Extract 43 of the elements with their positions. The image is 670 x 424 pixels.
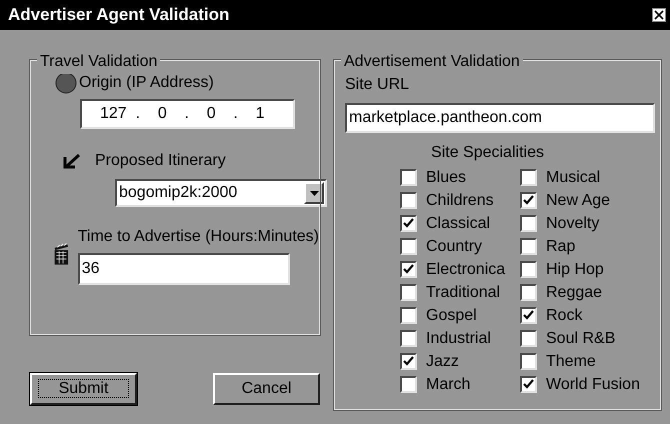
speciality-checkbox[interactable]: Electronica bbox=[400, 258, 520, 281]
speciality-checkbox[interactable]: New Age bbox=[520, 189, 660, 212]
url-field[interactable]: marketplace.pantheon.com bbox=[345, 103, 655, 133]
cancel-button[interactable]: Cancel bbox=[213, 373, 320, 405]
check-icon bbox=[403, 356, 414, 367]
itinerary-dropdown[interactable]: bogomip2k:2000 bbox=[115, 179, 327, 207]
speciality-checkbox[interactable]: Gospel bbox=[400, 304, 520, 327]
speciality-checkbox[interactable]: Country bbox=[400, 235, 520, 258]
specialities-title: Site Specialities bbox=[430, 143, 545, 163]
speciality-checkbox[interactable]: Musical bbox=[520, 166, 660, 189]
speciality-checkbox[interactable]: Theme bbox=[520, 350, 660, 373]
arrow-icon bbox=[63, 153, 81, 169]
speciality-checkbox[interactable]: Soul R&B bbox=[520, 327, 660, 350]
itinerary-label: Proposed Itinerary bbox=[95, 151, 226, 171]
speciality-checkbox[interactable]: Blues bbox=[400, 166, 520, 189]
close-icon[interactable] bbox=[652, 8, 666, 22]
speciality-checkbox[interactable]: Childrens bbox=[400, 189, 520, 212]
check-icon bbox=[523, 379, 534, 390]
speciality-checkbox[interactable]: Classical bbox=[400, 212, 520, 235]
caret-icon bbox=[310, 190, 318, 196]
speciality-checkbox[interactable]: Rock bbox=[520, 304, 660, 327]
circle-icon bbox=[55, 72, 77, 94]
ip-address-field[interactable]: 127 . 0 . 0 . 1 bbox=[80, 99, 295, 129]
speciality-checkbox[interactable]: Jazz bbox=[400, 350, 520, 373]
speciality-checkbox[interactable]: March bbox=[400, 373, 520, 396]
speciality-checkbox[interactable]: Hip Hop bbox=[520, 258, 660, 281]
speciality-checkbox[interactable]: World Fusion bbox=[520, 373, 660, 396]
speciality-checkbox[interactable]: Industrial bbox=[400, 327, 520, 350]
check-icon bbox=[403, 218, 414, 229]
submit-button[interactable]: Submit bbox=[30, 373, 137, 405]
time-field[interactable]: 36 bbox=[78, 253, 290, 285]
window-title: Advertiser Agent Validation bbox=[8, 4, 230, 26]
dropdown-button[interactable] bbox=[304, 182, 324, 204]
origin-label: Origin (IP Address) bbox=[79, 73, 214, 93]
speciality-checkbox[interactable]: Rap bbox=[520, 235, 660, 258]
check-icon bbox=[523, 310, 534, 321]
check-icon bbox=[403, 264, 414, 275]
speciality-checkbox[interactable]: Reggae bbox=[520, 281, 660, 304]
check-icon bbox=[523, 195, 534, 206]
url-label: Site URL bbox=[345, 75, 410, 95]
time-label: Time to Advertise (Hours:Minutes) bbox=[78, 227, 319, 247]
speciality-checkbox[interactable]: Novelty bbox=[520, 212, 660, 235]
speciality-checkbox[interactable]: Traditional bbox=[400, 281, 520, 304]
